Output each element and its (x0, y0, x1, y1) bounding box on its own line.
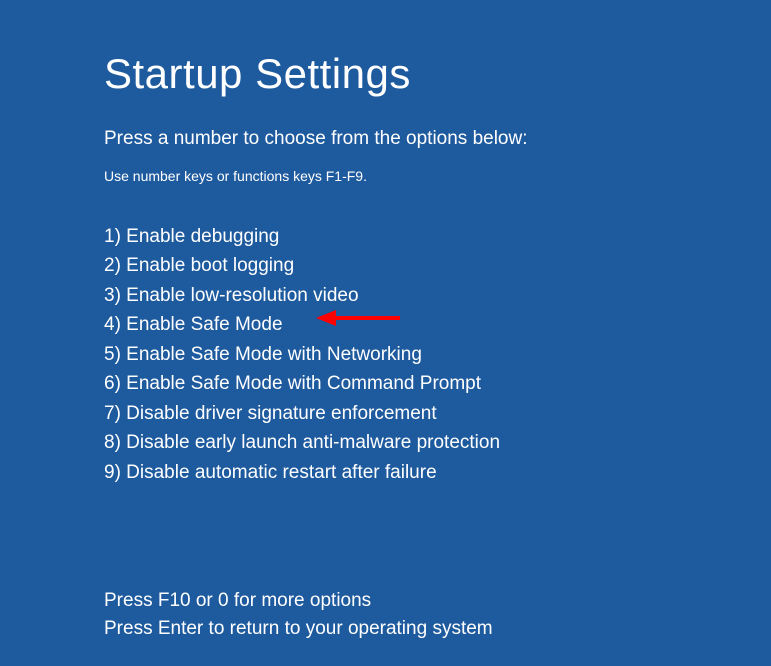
option-1-debugging[interactable]: 1) Enable debugging (104, 222, 771, 251)
option-8-disable-antimalware[interactable]: 8) Disable early launch anti-malware pro… (104, 428, 771, 457)
option-7-disable-driver-sig[interactable]: 7) Disable driver signature enforcement (104, 399, 771, 428)
options-list: 1) Enable debugging 2) Enable boot loggi… (104, 222, 771, 487)
option-5-safe-mode-networking[interactable]: 5) Enable Safe Mode with Networking (104, 340, 771, 369)
page-title: Startup Settings (104, 50, 771, 98)
option-2-boot-logging[interactable]: 2) Enable boot logging (104, 251, 771, 280)
option-4-safe-mode[interactable]: 4) Enable Safe Mode (104, 310, 771, 339)
hint-text: Use number keys or functions keys F1-F9. (104, 168, 771, 184)
footer-more-options: Press F10 or 0 for more options (104, 587, 771, 615)
option-9-disable-auto-restart[interactable]: 9) Disable automatic restart after failu… (104, 458, 771, 487)
option-6-safe-mode-cmd[interactable]: 6) Enable Safe Mode with Command Prompt (104, 369, 771, 398)
subtitle-text: Press a number to choose from the option… (104, 128, 771, 150)
option-3-low-res-video[interactable]: 3) Enable low-resolution video (104, 281, 771, 310)
footer-return: Press Enter to return to your operating … (104, 615, 771, 643)
